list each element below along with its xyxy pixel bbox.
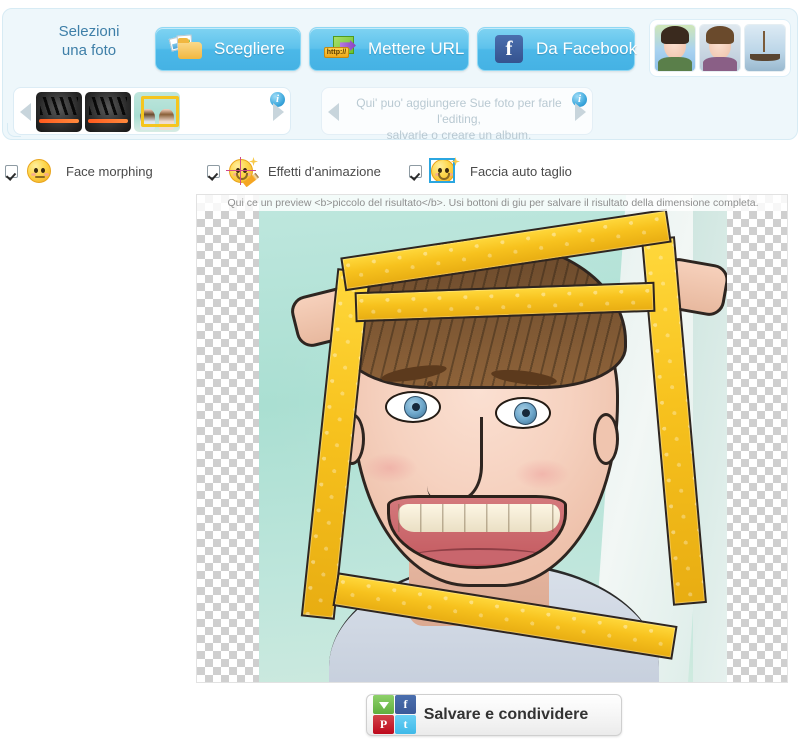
- album-hint-line2: salvarle o creare un album.: [386, 128, 532, 142]
- url-arrow-icon: http://: [324, 34, 358, 64]
- face-morphing-label: Face morphing: [66, 163, 153, 179]
- smiley-pencil-icon: [226, 157, 260, 188]
- option-face-morphing[interactable]: Face morphing: [5, 158, 153, 184]
- download-icon[interactable]: [373, 695, 394, 714]
- smiley-neutral-icon: [24, 158, 56, 184]
- folder-photos-icon: [168, 34, 204, 64]
- list-item[interactable]: [134, 92, 180, 132]
- album-prev-arrow[interactable]: [328, 103, 339, 121]
- animation-effects-label: Effetti d'animazione: [268, 163, 381, 179]
- select-photo-label: Selezioni una foto: [33, 22, 145, 60]
- facebook-icon[interactable]: f: [395, 695, 416, 714]
- strip-prev-arrow[interactable]: [20, 103, 31, 121]
- album-hint: Qui' puo' aggiungere Sue foto per farle …: [352, 95, 566, 143]
- album-strip: Qui' puo' aggiungere Sue foto per farle …: [321, 87, 593, 142]
- facebook-icon-glyph: f: [495, 35, 523, 63]
- facebook-button[interactable]: f Da Facebook: [477, 27, 638, 71]
- choose-button[interactable]: Scegliere: [155, 27, 301, 71]
- strip-thumbnails: [36, 92, 180, 132]
- smiley-crop-icon: [428, 157, 460, 184]
- choose-button-label: Scegliere: [214, 39, 285, 58]
- panel-corner-decoration: [7, 123, 21, 137]
- save-and-share-button[interactable]: f P t Salvare e condividere: [366, 694, 622, 736]
- toolbar-panel: Selezioni una foto Scegliere http:// Met…: [2, 8, 798, 142]
- twitter-icon[interactable]: t: [395, 715, 416, 734]
- url-button[interactable]: http:// Mettere URL: [309, 27, 469, 71]
- preview-image[interactable]: [259, 195, 727, 682]
- sample-photo-boat[interactable]: [744, 24, 786, 72]
- share-icons: f P t: [373, 695, 417, 735]
- animation-effects-checkbox[interactable]: [207, 164, 220, 178]
- facebook-icon: f: [492, 34, 526, 64]
- option-animation-effects[interactable]: Effetti d'animazione: [207, 157, 381, 188]
- options-row: Face morphing Effetti d'animazione Facci…: [0, 157, 800, 188]
- album-next-arrow[interactable]: [575, 103, 586, 121]
- preview-area[interactable]: Qui ce un preview <b>piccolo del risulta…: [196, 194, 788, 683]
- preview-caption: Qui ce un preview <b>piccolo del risulta…: [197, 195, 787, 211]
- face-auto-crop-label: Faccia auto taglio: [470, 163, 572, 179]
- select-photo-line1: Selezioni: [58, 23, 120, 40]
- sample-photo-girl[interactable]: [654, 24, 696, 72]
- list-item[interactable]: [36, 92, 82, 132]
- user-photos-strip: i: [13, 87, 291, 135]
- save-and-share-label: Salvare e condividere: [423, 706, 589, 723]
- face-auto-crop-checkbox[interactable]: [409, 164, 422, 178]
- url-icon-text: http://: [324, 47, 349, 58]
- option-face-auto-crop[interactable]: Faccia auto taglio: [409, 157, 572, 184]
- photo-editor-page: Selezioni una foto Scegliere http:// Met…: [0, 0, 800, 739]
- list-item[interactable]: [85, 92, 131, 132]
- url-button-label: Mettere URL: [368, 39, 465, 58]
- sample-photos: [649, 19, 791, 77]
- album-hint-line1: Qui' puo' aggiungere Sue foto per farle …: [356, 96, 562, 126]
- strip-next-arrow[interactable]: [273, 103, 284, 121]
- select-photo-line2: una foto: [61, 42, 117, 59]
- pinterest-icon[interactable]: P: [373, 715, 394, 734]
- facebook-button-label: Da Facebook: [536, 39, 638, 58]
- face-morphing-checkbox[interactable]: [5, 164, 18, 178]
- sample-photo-boy[interactable]: [699, 24, 741, 72]
